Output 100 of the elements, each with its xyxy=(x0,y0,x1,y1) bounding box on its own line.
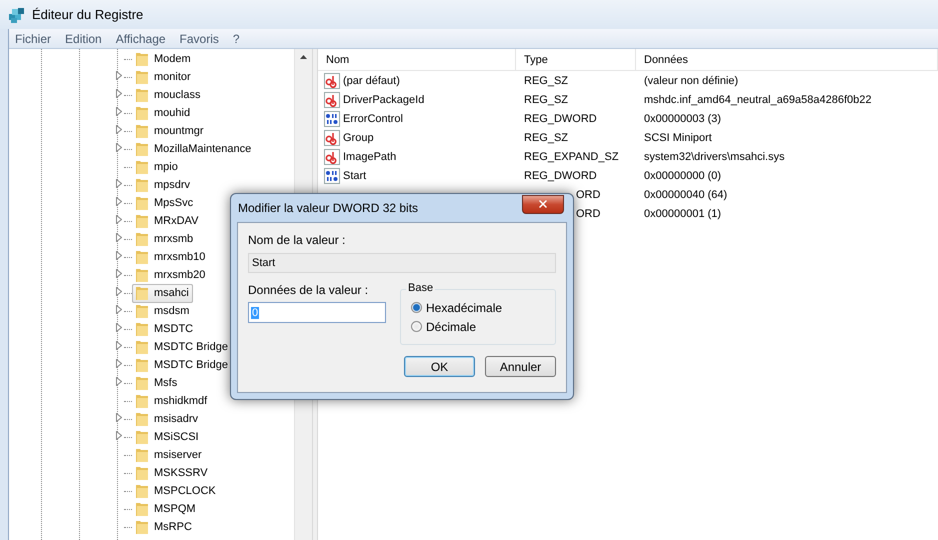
tree-item[interactable]: mpio xyxy=(132,158,182,176)
folder-icon xyxy=(134,141,150,157)
value-name: ErrorControl xyxy=(318,110,516,126)
menu-item[interactable]: Affichage xyxy=(116,32,166,46)
tree-item[interactable]: MsRPC xyxy=(132,518,196,536)
value-data: 0x00000003 (3) xyxy=(643,112,722,124)
scroll-up-icon[interactable] xyxy=(300,55,307,59)
base-radio[interactable]: Hexadécimale xyxy=(411,300,555,314)
folder-icon xyxy=(134,159,150,175)
folder-icon xyxy=(134,429,150,445)
close-icon xyxy=(537,198,549,210)
value-name: ImagePath xyxy=(318,148,516,164)
tree-item[interactable]: MSDTC Bridge xyxy=(132,356,232,374)
tree-item[interactable]: mountmgr xyxy=(132,122,208,140)
tree-item[interactable]: MSiSCSI xyxy=(132,428,203,446)
folder-icon xyxy=(134,123,150,139)
tree-item[interactable]: mrxsmb xyxy=(132,230,198,248)
ok-button[interactable]: OK xyxy=(404,356,475,377)
folder-icon xyxy=(134,447,150,463)
string-value-icon xyxy=(324,72,340,88)
menu-item[interactable]: ? xyxy=(232,32,240,46)
column-header[interactable]: Données xyxy=(636,49,938,70)
tree-item[interactable]: MSPQM xyxy=(132,500,200,518)
binary-value-icon xyxy=(324,168,340,184)
folder-icon xyxy=(134,465,150,481)
folder-icon xyxy=(134,411,150,427)
tree-item[interactable]: MSPCLOCK xyxy=(132,482,220,500)
tree-item[interactable]: MpsSvc xyxy=(132,194,198,212)
folder-icon xyxy=(134,393,150,409)
window-title: Éditeur du Registre xyxy=(32,7,144,22)
tree-item[interactable]: mrxsmb10 xyxy=(132,248,210,266)
value-type: ORD xyxy=(575,208,602,220)
value-name: DriverPackageId xyxy=(318,92,516,108)
tree-item[interactable]: MRxDAV xyxy=(132,212,202,230)
value-type: ORD xyxy=(575,188,602,200)
folder-icon xyxy=(134,357,150,373)
tree-item[interactable]: mshidkmdf xyxy=(132,392,212,410)
value-data: 0x00000040 (64) xyxy=(643,188,728,200)
tree-item[interactable]: MSDTC Bridge xyxy=(132,338,232,356)
folder-icon xyxy=(134,177,150,193)
tree-item[interactable]: msisadrv xyxy=(132,410,202,428)
tree-item[interactable]: MSKSSRV xyxy=(132,464,212,482)
folder-icon xyxy=(134,105,150,121)
menu-item[interactable]: Favoris xyxy=(180,32,219,46)
close-button[interactable] xyxy=(522,194,564,214)
string-value-icon xyxy=(324,148,340,164)
folder-icon xyxy=(134,213,150,229)
folder-icon xyxy=(134,195,150,211)
string-value-icon xyxy=(324,130,340,146)
tree-item[interactable]: monitor xyxy=(132,68,195,86)
value-data-label: Données de la valeur : xyxy=(248,283,370,297)
folder-icon xyxy=(134,285,150,301)
tree-item[interactable]: mpsdrv xyxy=(132,176,194,194)
folder-icon xyxy=(134,375,150,391)
value-data: mshdc.inf_amd64_neutral_a69a58a4286f0b22 xyxy=(643,94,873,106)
tree-item[interactable]: MozillaMaintenance xyxy=(132,140,256,158)
folder-icon xyxy=(134,249,150,265)
folder-icon xyxy=(134,321,150,337)
registry-icon xyxy=(8,6,26,24)
folder-icon xyxy=(134,303,150,319)
tree-item[interactable]: Modem xyxy=(132,50,195,68)
value-name-label: Nom de la valeur : xyxy=(248,233,346,247)
tree-item[interactable]: mouhid xyxy=(132,104,194,122)
value-type: REG_DWORD xyxy=(523,112,598,124)
binary-value-icon xyxy=(324,110,340,126)
menu-item[interactable]: Fichier xyxy=(15,32,52,46)
cancel-button[interactable]: Annuler xyxy=(485,356,556,377)
dialog-title: Modifier la valeur DWORD 32 bits xyxy=(238,201,418,215)
tree-item[interactable]: Msfs xyxy=(132,374,182,392)
folder-icon xyxy=(134,267,150,283)
tree-item[interactable]: mrxsmb20 xyxy=(132,266,210,284)
folder-icon xyxy=(134,339,150,355)
value-type: REG_DWORD xyxy=(523,170,598,182)
tree-item[interactable]: msdsm xyxy=(132,302,194,320)
value-data: system32\drivers\msahci.sys xyxy=(643,150,786,162)
column-header[interactable]: Nom xyxy=(318,49,516,70)
folder-icon xyxy=(134,231,150,247)
base-radio[interactable]: Décimale xyxy=(411,320,555,334)
folder-icon xyxy=(134,501,150,517)
base-label: Base xyxy=(406,282,436,294)
tree-item[interactable]: msahci xyxy=(132,284,193,302)
folder-icon xyxy=(134,69,150,85)
string-value-icon xyxy=(324,92,340,108)
folder-icon xyxy=(134,87,150,103)
value-type: REG_EXPAND_SZ xyxy=(523,150,620,162)
value-name: Start xyxy=(318,168,516,184)
tree-item[interactable]: MSDTC xyxy=(132,320,198,338)
value-type: REG_SZ xyxy=(523,132,570,144)
menu-item[interactable]: Edition xyxy=(65,32,102,46)
value-name-field: Start xyxy=(248,253,556,273)
value-data: 0x00000001 (1) xyxy=(643,208,722,220)
tree-item[interactable]: msiserver xyxy=(132,446,206,464)
folder-icon xyxy=(134,483,150,499)
value-data: 0x00000000 (0) xyxy=(643,170,722,182)
value-type: REG_SZ xyxy=(523,94,570,106)
column-header[interactable]: Type xyxy=(516,49,636,70)
value-name: (par défaut) xyxy=(318,72,516,88)
value-type: REG_SZ xyxy=(523,74,570,86)
folder-icon xyxy=(134,519,150,535)
tree-item[interactable]: mouclass xyxy=(132,86,204,104)
